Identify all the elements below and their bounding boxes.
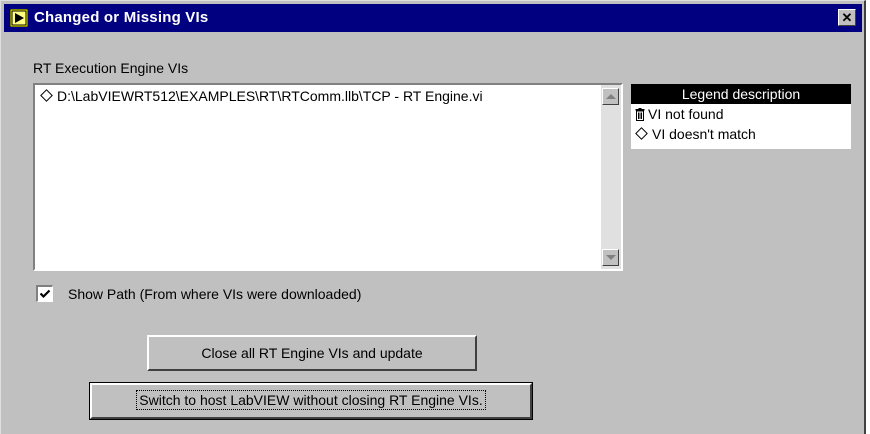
list-item-text: D:\LabVIEWRT512\EXAMPLES\RT\RTComm.llb\T… <box>57 88 483 104</box>
switch-to-host-label: Switch to host LabVIEW without closing R… <box>136 390 486 410</box>
vertical-scrollbar[interactable] <box>601 85 621 269</box>
legend-not-found-text: VI not found <box>648 106 724 122</box>
close-icon: ✕ <box>841 10 853 25</box>
rt-engine-vis-listbox[interactable]: D:\LabVIEWRT512\EXAMPLES\RT\RTComm.llb\T… <box>33 83 623 271</box>
legend-row-not-found: VI not found <box>631 104 851 124</box>
switch-to-host-button[interactable]: Switch to host LabVIEW without closing R… <box>89 382 533 420</box>
window-title: Changed or Missing VIs <box>34 9 209 26</box>
diamond-icon <box>635 127 648 140</box>
close-all-update-button[interactable]: Close all RT Engine VIs and update <box>147 335 477 371</box>
diamond-icon <box>40 89 53 102</box>
show-path-checkbox[interactable] <box>36 285 53 302</box>
legend-row-doesnt-match: VI doesn't match <box>631 124 851 144</box>
scroll-down-button[interactable] <box>602 249 619 266</box>
scroll-up-button[interactable] <box>602 88 619 105</box>
arrow-up-icon <box>606 94 616 99</box>
rt-engine-vis-label: RT Execution Engine VIs <box>33 60 189 76</box>
trash-icon <box>635 108 645 121</box>
legend-panel: Legend description VI not found VI doesn… <box>631 84 851 149</box>
labview-app-icon <box>10 9 28 27</box>
show-path-label[interactable]: Show Path (From where VIs were downloade… <box>68 286 361 302</box>
dialog-window: Changed or Missing VIs ✕ RT Execution En… <box>0 0 866 434</box>
close-button[interactable]: ✕ <box>838 9 856 26</box>
title-bar[interactable]: Changed or Missing VIs ✕ <box>4 4 862 32</box>
arrow-down-icon <box>606 255 616 260</box>
legend-header: Legend description <box>631 84 851 104</box>
legend-doesnt-match-text: VI doesn't match <box>652 126 756 142</box>
list-item[interactable]: D:\LabVIEWRT512\EXAMPLES\RT\RTComm.llb\T… <box>39 88 483 104</box>
checkmark-icon <box>39 289 51 299</box>
